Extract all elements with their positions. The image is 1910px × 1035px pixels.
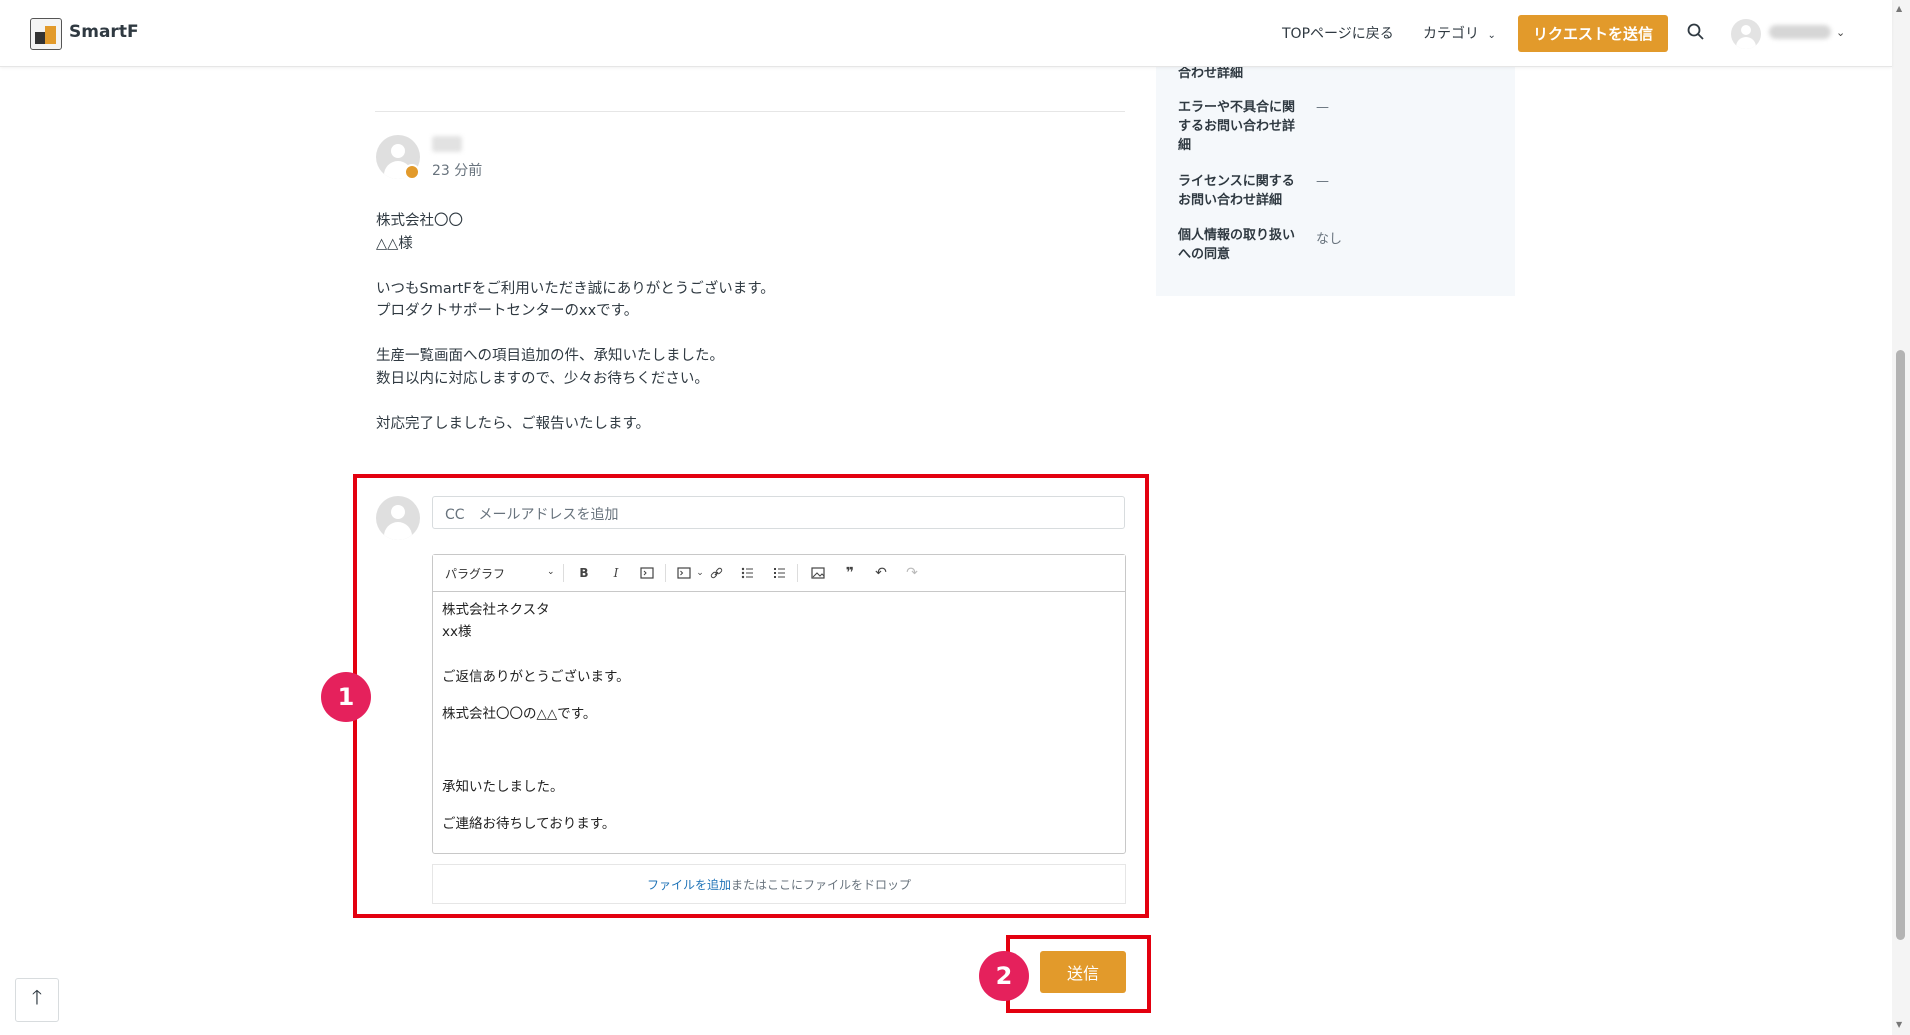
user-avatar[interactable] xyxy=(1731,19,1761,49)
comment-author-blurred xyxy=(432,136,462,152)
scrollbar-thumb[interactable] xyxy=(1896,350,1905,940)
comment-line: △△様 xyxy=(376,235,413,252)
chevron-down-icon: ⌄ xyxy=(1487,30,1496,41)
back-to-top-button[interactable]: 🡑 xyxy=(15,978,59,1022)
comment-line: いつもSmartFをご利用いただき誠にありがとうございます。 xyxy=(376,280,775,297)
arrow-up-icon: 🡑 xyxy=(31,985,43,1009)
nav-category-menu[interactable]: カテゴリ ⌄ xyxy=(1423,23,1496,43)
field-label: 個人情報の取り扱いへの同意 xyxy=(1178,228,1296,262)
scroll-up-icon[interactable]: ▲ xyxy=(1896,4,1902,13)
comment-line: 株式会社〇〇 xyxy=(376,213,463,229)
submit-request-button[interactable]: リクエストを送信 xyxy=(1518,15,1668,52)
field-value: なし xyxy=(1316,232,1343,247)
field-label: ライセンスに関するお問い合わせ詳細 xyxy=(1178,174,1295,208)
comment-time: 23 分前 xyxy=(432,163,483,179)
callout-badge-2: 2 xyxy=(979,951,1029,1001)
comment-line: 数日以内に対応しますので、少々お待ちください。 xyxy=(376,370,709,387)
site-header: SmartF TOPページに戻る カテゴリ ⌄ リクエストを送信 ⌄ xyxy=(0,0,1892,67)
callout-box-1 xyxy=(353,474,1149,918)
comment-line: 生産一覧画面への項目追加の件、承知いたしました。 xyxy=(376,348,724,364)
callout-badge-1: 1 xyxy=(321,672,371,722)
search-icon[interactable] xyxy=(1686,22,1706,42)
comment-line: 対応完了しましたら、ご報告いたします。 xyxy=(376,415,651,432)
scroll-down-icon[interactable]: ▼ xyxy=(1896,1020,1902,1029)
logo-icon[interactable] xyxy=(30,18,62,50)
comment-body: 株式会社〇〇 △△様 いつもSmartFをご利用いただき誠にありがとうございます。… xyxy=(376,210,1116,458)
field-value: — xyxy=(1316,100,1329,115)
agent-badge-icon xyxy=(404,164,420,180)
brand-name[interactable]: SmartF xyxy=(69,22,139,42)
nav-top-link[interactable]: TOPページに戻る xyxy=(1282,23,1394,43)
field-value: — xyxy=(1316,174,1329,189)
nav-category-label: カテゴリ xyxy=(1423,26,1479,42)
field-label: エラーや不具合に関するお問い合わせ詳細 xyxy=(1178,100,1296,153)
chevron-down-icon[interactable]: ⌄ xyxy=(1836,26,1845,39)
user-name-blurred[interactable] xyxy=(1769,25,1831,39)
comment-divider xyxy=(375,111,1125,112)
comment-line: プロダクトサポートセンターのxxです。 xyxy=(376,303,639,319)
